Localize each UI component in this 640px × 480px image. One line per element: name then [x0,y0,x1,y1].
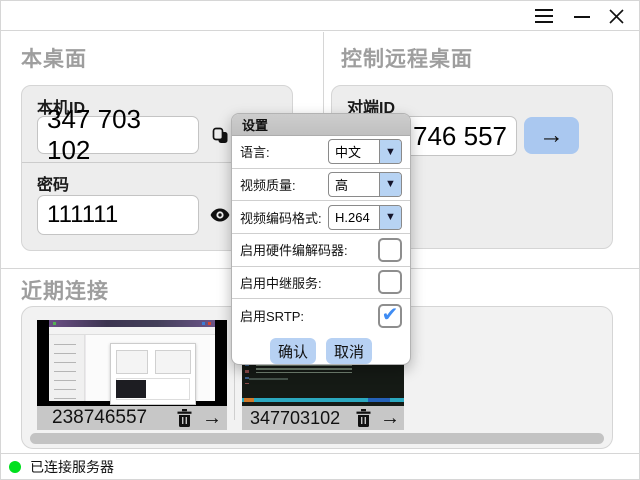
cancel-button[interactable]: 取消 [326,338,372,364]
chevron-down-icon: ▼ [379,173,401,196]
trash-icon [356,409,371,427]
connection-label-bar: 347703102 → [242,406,404,430]
connection-id: 238746557 [37,407,171,429]
open-connection-button[interactable]: → [376,406,404,430]
video-quality-label: 视频质量: [240,175,296,194]
settings-row-relay: 启用中继服务: ✔ [232,267,410,300]
video-quality-select-value: 高 [329,173,379,196]
language-label: 语言: [240,142,270,161]
local-id-field[interactable]: 347 703 102 [37,116,199,154]
recent-connection-item[interactable]: 238746557 → [37,320,227,430]
hw-codec-label: 启用硬件编解码器: [240,240,348,259]
chevron-down-icon: ▼ [379,206,401,229]
arrow-right-icon: → [202,407,222,430]
hw-codec-checkbox[interactable]: ✔ [378,238,402,262]
settings-dialog-title[interactable]: 设置 [232,114,410,136]
delete-connection-button[interactable] [171,406,197,430]
dialog-buttons: 确认 取消 [232,338,410,364]
srtp-checkbox[interactable]: ✔ [378,304,402,328]
remote-section-title: 控制远程桌面 [341,43,473,73]
local-section-title: 本桌面 [21,43,87,73]
settings-row-video-quality: 视频质量: 高 ▼ [232,169,410,202]
horizontal-scrollbar[interactable] [30,433,604,444]
chevron-down-icon: ▼ [379,140,401,163]
settings-row-video-codec: 视频编码格式: H.264 ▼ [232,201,410,234]
recent-section-title: 近期连接 [21,275,109,305]
video-codec-label: 视频编码格式: [240,208,322,227]
connection-id: 347703102 [242,408,350,429]
check-icon: ✔ [382,305,399,325]
language-select[interactable]: 中文 ▼ [328,139,402,164]
copy-icon [212,127,229,145]
relay-label: 启用中继服务: [240,273,322,292]
settings-dialog: 设置 语言: 中文 ▼ 视频质量: 高 ▼ 视频编码格式: H.264 ▼ 启用… [231,113,411,365]
connect-button[interactable]: → [524,117,579,154]
connection-status-icon [9,461,21,473]
settings-row-hw-codec: 启用硬件编解码器: ✔ [232,234,410,267]
connect-arrow-icon: → [539,121,564,150]
password-label: 密码 [37,171,69,195]
video-codec-select[interactable]: H.264 ▼ [328,205,402,230]
close-icon [609,9,624,24]
confirm-button[interactable]: 确认 [270,338,316,364]
language-select-value: 中文 [329,140,379,163]
app-window: 本桌面 控制远程桌面 本机ID 347 703 102 密码 111111 对端… [0,0,640,480]
relay-checkbox[interactable]: ✔ [378,270,402,294]
connection-thumbnail[interactable] [37,320,227,406]
minimize-button[interactable] [569,5,595,27]
connection-label-bar: 238746557 → [37,406,227,430]
settings-row-language: 语言: 中文 ▼ [232,136,410,169]
arrow-right-icon: → [380,407,400,430]
password-field[interactable]: 111111 [37,195,199,235]
srtp-label: 启用SRTP: [240,306,304,325]
delete-connection-button[interactable] [350,406,376,430]
hamburger-icon [535,9,553,23]
toggle-password-button[interactable] [208,204,232,226]
thumbnail-desktop-preview [49,320,215,401]
eye-icon [210,208,230,222]
minimize-icon [574,9,590,23]
settings-row-srtp: 启用SRTP: ✔ [232,299,410,332]
open-connection-button[interactable]: → [197,406,227,430]
trash-icon [177,409,192,427]
close-button[interactable] [603,5,629,27]
video-codec-select-value: H.264 [329,206,379,229]
title-bar [1,1,639,31]
status-bar: 已连接服务器 [1,453,639,479]
connection-status-text: 已连接服务器 [30,457,114,477]
menu-button[interactable] [531,5,557,27]
copy-id-button[interactable] [208,124,232,148]
video-quality-select[interactable]: 高 ▼ [328,172,402,197]
